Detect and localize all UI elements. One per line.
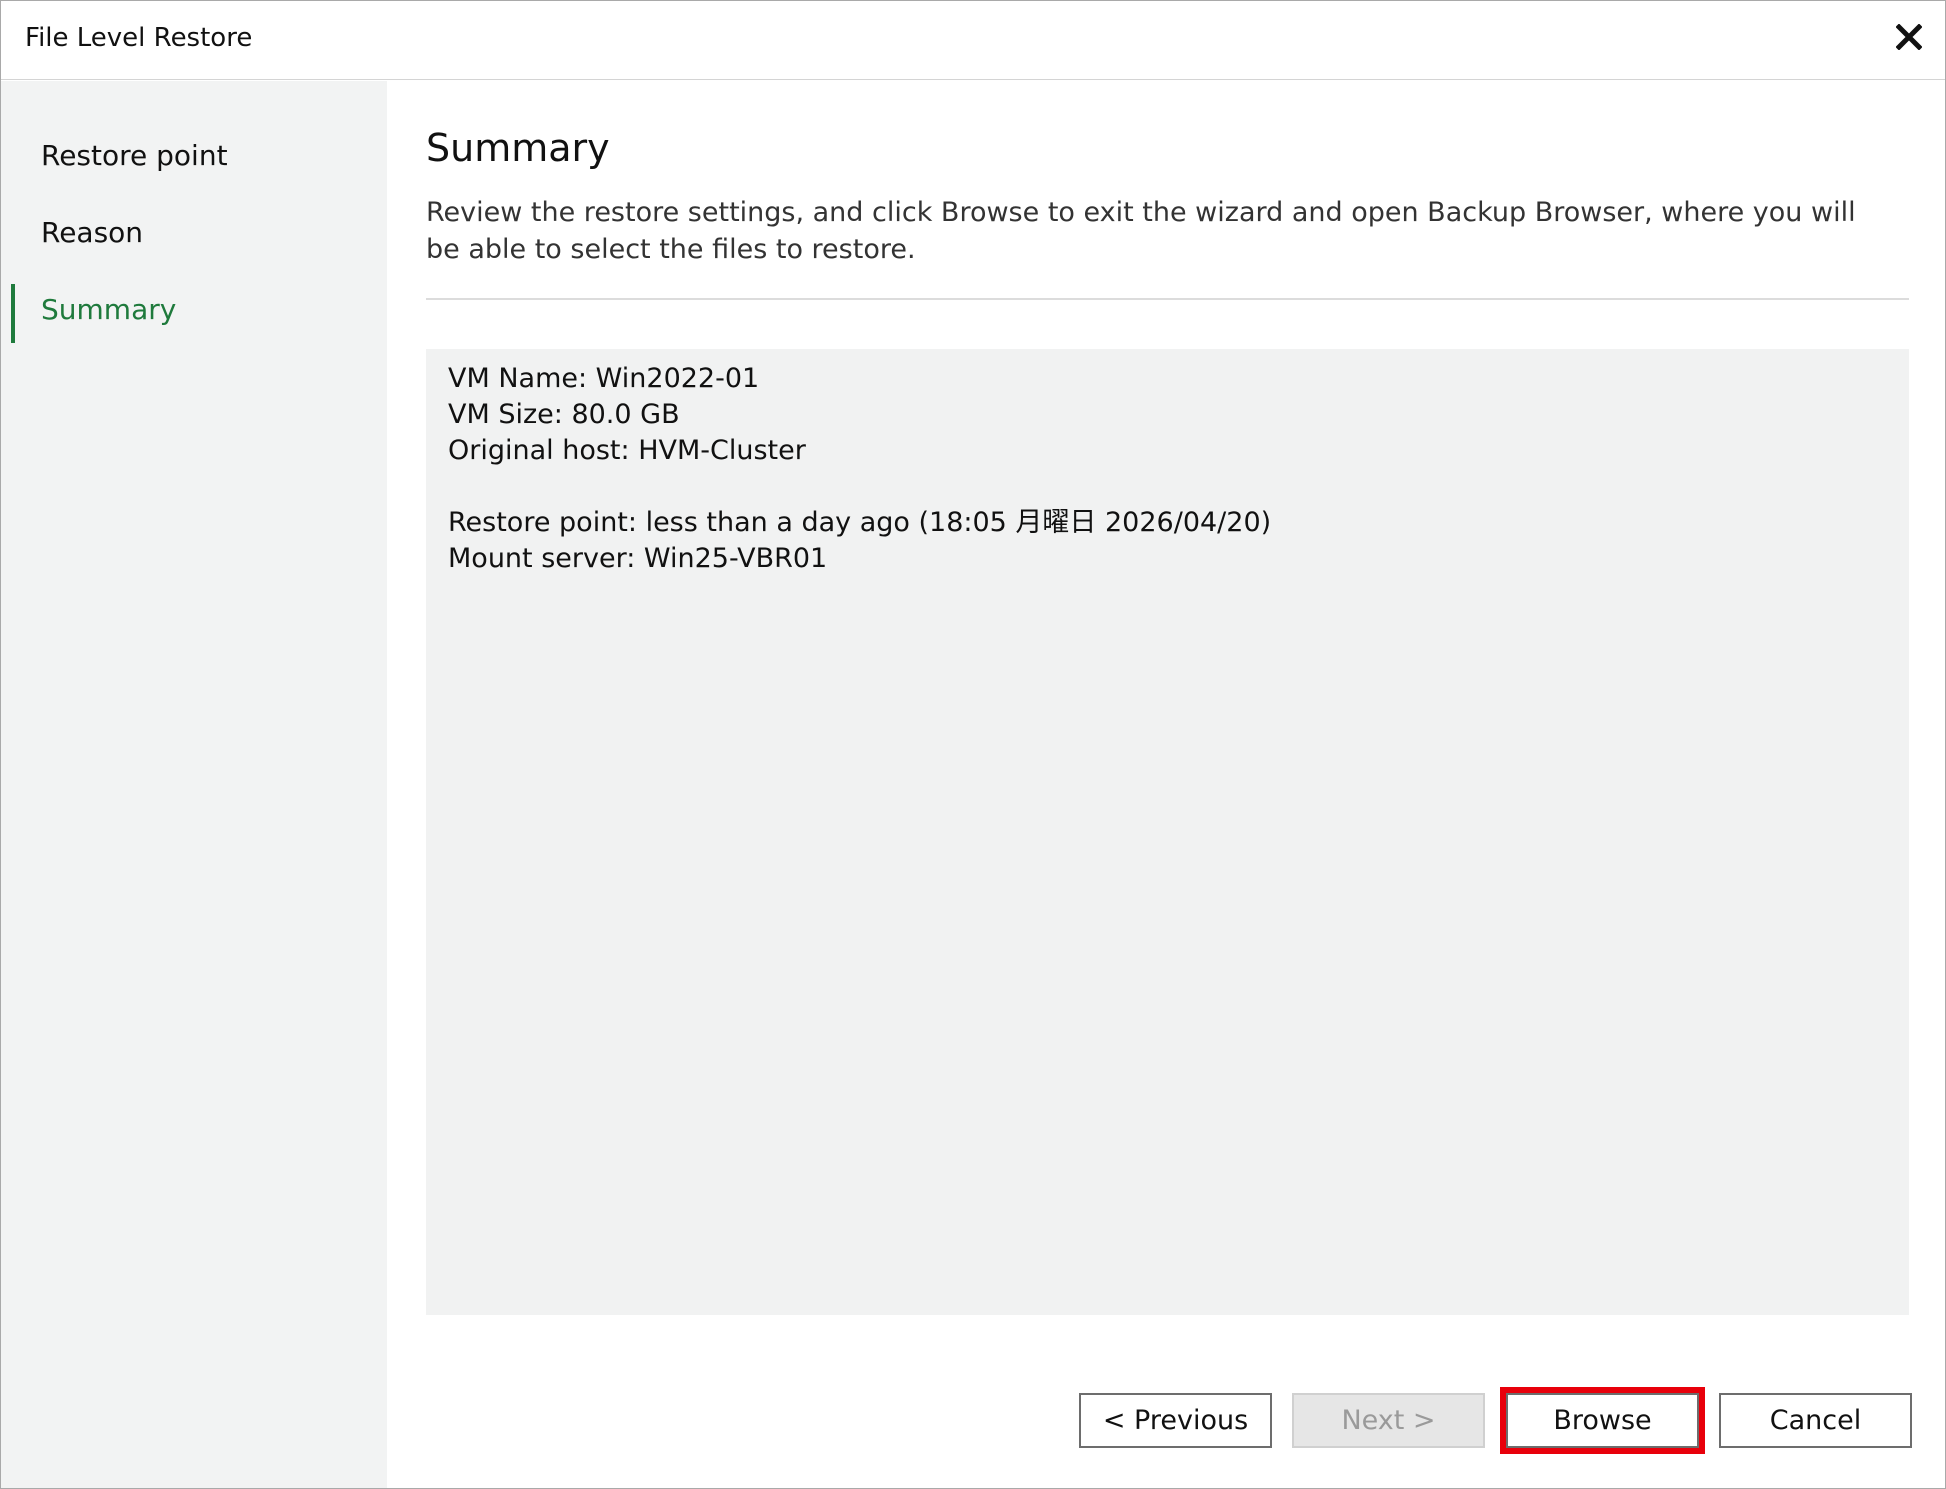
page-title: Summary bbox=[426, 126, 610, 170]
sidebar-item-reason[interactable]: Reason bbox=[41, 216, 143, 249]
summary-line-original-host: Original host: HVM-Cluster bbox=[448, 435, 806, 466]
summary-line-mount-server: Mount server: Win25-VBR01 bbox=[448, 543, 828, 574]
summary-line-blank bbox=[448, 469, 1887, 505]
close-icon bbox=[1896, 24, 1922, 50]
divider bbox=[426, 298, 1909, 300]
sidebar-item-restore-point[interactable]: Restore point bbox=[41, 139, 228, 172]
summary-line-vm-size: VM Size: 80.0 GB bbox=[448, 399, 680, 430]
window-title: File Level Restore bbox=[25, 23, 253, 53]
file-level-restore-window: File Level Restore Restore point Reason … bbox=[0, 0, 1946, 1489]
title-bar: File Level Restore bbox=[1, 1, 1945, 80]
sidebar-item-summary[interactable]: Summary bbox=[41, 293, 176, 326]
next-button[interactable]: Next > bbox=[1292, 1393, 1485, 1448]
summary-line-vm-name: VM Name: Win2022-01 bbox=[448, 363, 760, 394]
active-step-indicator bbox=[11, 284, 15, 343]
summary-text-box[interactable]: VM Name: Win2022-01 VM Size: 80.0 GB Ori… bbox=[426, 349, 1909, 1315]
browse-button[interactable]: Browse bbox=[1506, 1393, 1699, 1448]
close-button[interactable] bbox=[1887, 15, 1931, 59]
page-description: Review the restore settings, and click B… bbox=[426, 197, 1856, 265]
cancel-button[interactable]: Cancel bbox=[1719, 1393, 1912, 1448]
summary-line-restore-point: Restore point: less than a day ago (18:0… bbox=[448, 507, 1272, 538]
wizard-steps-sidebar: Restore point Reason Summary bbox=[1, 81, 387, 1488]
main-panel: Summary Review the restore settings, and… bbox=[387, 81, 1945, 1488]
previous-button[interactable]: < Previous bbox=[1079, 1393, 1272, 1448]
